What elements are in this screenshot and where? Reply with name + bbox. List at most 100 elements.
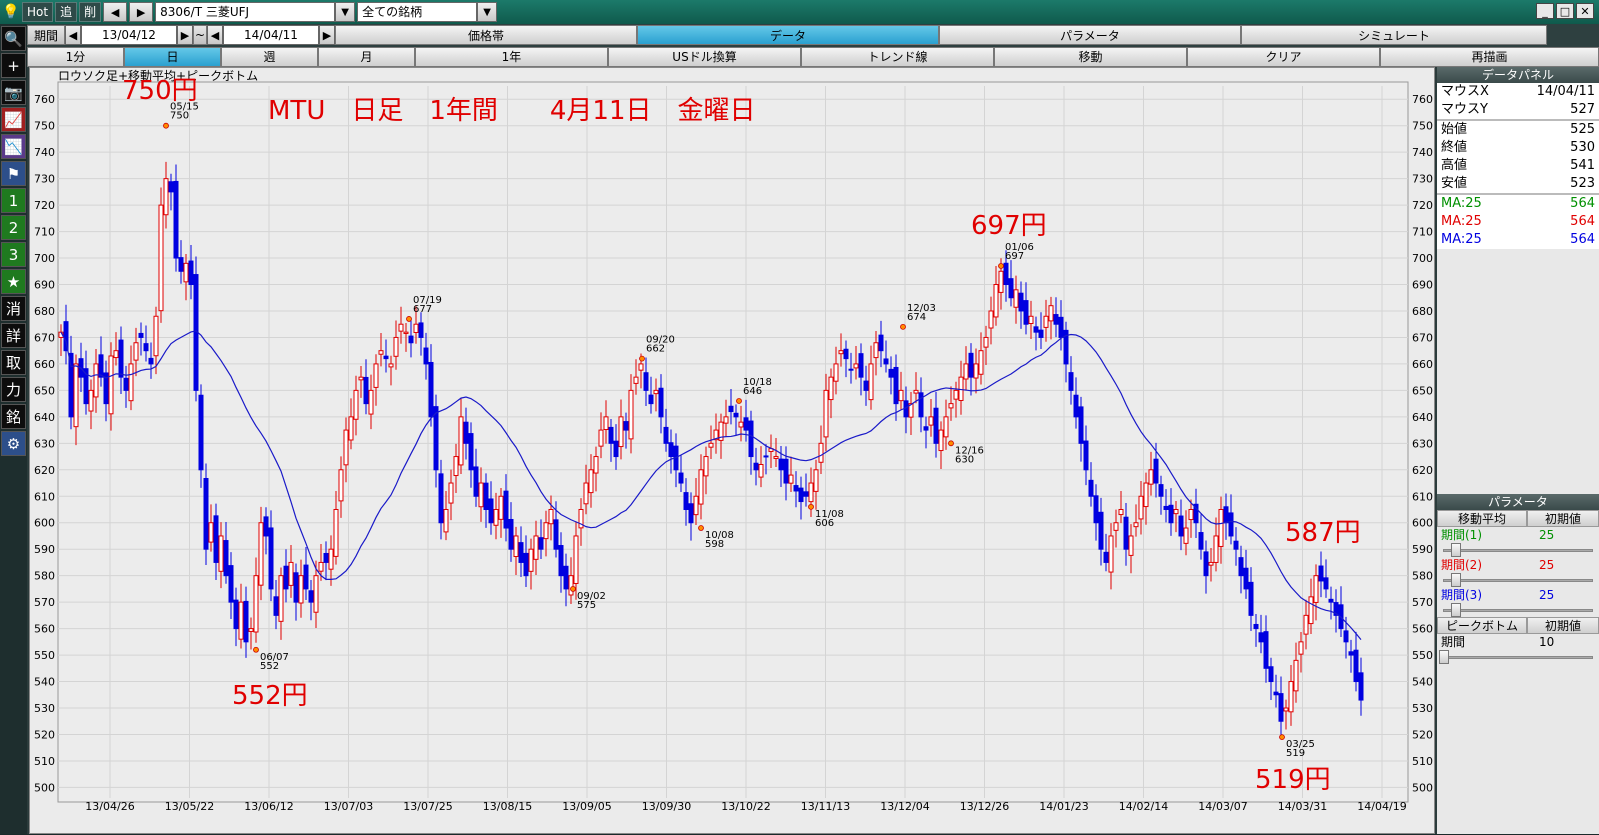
next-symbol-button[interactable]: ▶ [129,2,154,22]
candle-body [1053,314,1059,325]
chart-area[interactable]: 05/15 750 06/07 552 07/19 677 09/02 575 09/20 662… [29,67,1435,834]
candle-body [378,350,384,355]
ma2-slider[interactable] [1437,573,1599,587]
tab-price-band[interactable]: 価格帯 [335,25,637,45]
clear-button[interactable]: クリア [1187,46,1380,67]
candle-body [408,335,414,344]
search-icon[interactable]: 🔍 [1,26,26,51]
range-1year[interactable]: 1年 [415,46,608,67]
filter-dropdown[interactable]: ▼ [477,2,498,22]
symbol-dropdown[interactable]: ▼ [335,2,356,22]
candle-body [168,181,174,193]
candle-body [503,490,509,529]
maximize-button[interactable]: □ [1556,3,1574,19]
slider-track [1443,609,1593,612]
range-day[interactable]: 日 [124,46,221,67]
range-week[interactable]: 週 [221,46,318,67]
pb-init-button[interactable]: 初期値 [1527,617,1599,634]
candle-body [603,416,609,431]
usd-convert-button[interactable]: USドル換算 [608,46,801,67]
move-button[interactable]: 移動 [994,46,1187,67]
candle-body [493,508,499,526]
peak-value-label: 606 [815,518,834,529]
line-chart-icon[interactable]: 📈 [1,107,26,132]
minimize-button[interactable]: _ [1536,3,1554,19]
range-1min[interactable]: 1分 [27,46,124,67]
pb-param-value[interactable]: 10 [1539,634,1599,650]
layout-3-button[interactable]: 3 [1,242,26,267]
slider-thumb[interactable] [1451,603,1461,617]
slider-thumb[interactable] [1439,650,1449,664]
candle-body [1348,651,1354,656]
hot-button[interactable]: Hot [22,2,54,22]
ma2-param-label: 期間(2) [1441,558,1482,572]
y-tick-label-right: 580 [1412,570,1433,583]
redraw-button[interactable]: 再描画 [1380,46,1599,67]
add-button[interactable]: 追 [55,2,78,22]
candle-body [638,363,644,371]
label-697: 697円 [971,211,1047,241]
ma1-param-value[interactable]: 25 [1539,527,1599,543]
tab-parameter[interactable]: パラメータ [939,25,1241,45]
prev-symbol-button[interactable]: ◀ [103,2,128,22]
peak-bottom-tab[interactable]: ピークボトム [1437,617,1527,634]
x-tick-label: 14/02/14 [1119,800,1168,813]
candle-body [1093,495,1099,524]
erase-button[interactable]: 消 [1,296,26,321]
peak-marker [948,440,954,447]
candle-body [783,458,789,484]
trade-button[interactable]: 取 [1,350,26,375]
flag-icon[interactable]: ⚑ [1,161,26,186]
trendline-button[interactable]: トレンド線 [801,46,994,67]
y-tick-label-left: 620 [34,464,55,477]
y-tick-label-left: 750 [34,120,55,133]
camera-icon[interactable]: 📷 [1,80,26,105]
indicator-chart-icon[interactable]: 📉 [1,134,26,159]
peak-marker [808,503,814,510]
ma3-slider[interactable] [1437,603,1599,617]
candlestick-chart[interactable]: 05/1575006/0755207/1967709/0257509/20662… [30,68,1436,835]
high-row: 高値 541 [1437,157,1599,175]
tab-data[interactable]: データ [637,25,939,45]
ma-tab[interactable]: 移動平均 [1437,510,1527,527]
candle-body [368,389,374,415]
lightbulb-icon[interactable]: 💡 [2,2,20,22]
ma1-slider[interactable] [1437,543,1599,557]
candle-body [1223,506,1229,524]
slider-thumb[interactable] [1451,573,1461,587]
ma-init-button[interactable]: 初期値 [1527,510,1599,527]
chart-annotation: MTU 日足 1年間 4月11日 金曜日 [268,96,756,126]
layout-1-button[interactable]: 1 [1,188,26,213]
end-date-input[interactable]: 14/04/11 [223,25,319,45]
power-button[interactable]: 力 [1,377,26,402]
gear-icon[interactable]: ⚙ [1,431,26,456]
start-date-input[interactable]: 13/04/12 [81,25,177,45]
range-month[interactable]: 月 [318,46,415,67]
close-button[interactable]: ✕ [1576,3,1594,19]
layout-2-button[interactable]: 2 [1,215,26,240]
candle-body [73,363,79,428]
ma3-param-value[interactable]: 25 [1539,587,1599,603]
ma1-param-label: 期間(1) [1441,528,1482,542]
ma1-value: 564 [1570,196,1595,211]
symbol-input[interactable]: 8306/T 三菱UFJ [155,2,336,22]
delete-button[interactable]: 削 [79,2,102,22]
ma2-param-value[interactable]: 25 [1539,557,1599,573]
y-tick-label-right: 660 [1412,358,1433,371]
start-next-button[interactable]: ▶ [177,25,193,45]
start-prev-button[interactable]: ◀ [65,25,81,45]
pb-slider[interactable] [1437,650,1599,664]
candle-body [478,482,484,508]
tab-simulate[interactable]: シミュレート [1241,25,1547,45]
symbol-button[interactable]: 銘 [1,404,26,429]
peak-value-label: 697 [1005,251,1024,262]
candle-body [548,508,554,525]
end-next-button[interactable]: ▶ [319,25,335,45]
candle-body [128,363,134,402]
filter-select[interactable]: 全ての銘柄 [357,2,478,22]
end-prev-button[interactable]: ◀ [207,25,223,45]
detail-button[interactable]: 詳 [1,323,26,348]
star-icon[interactable]: ★ [1,269,26,294]
slider-thumb[interactable] [1451,543,1461,557]
plus-icon[interactable]: + [1,53,26,78]
